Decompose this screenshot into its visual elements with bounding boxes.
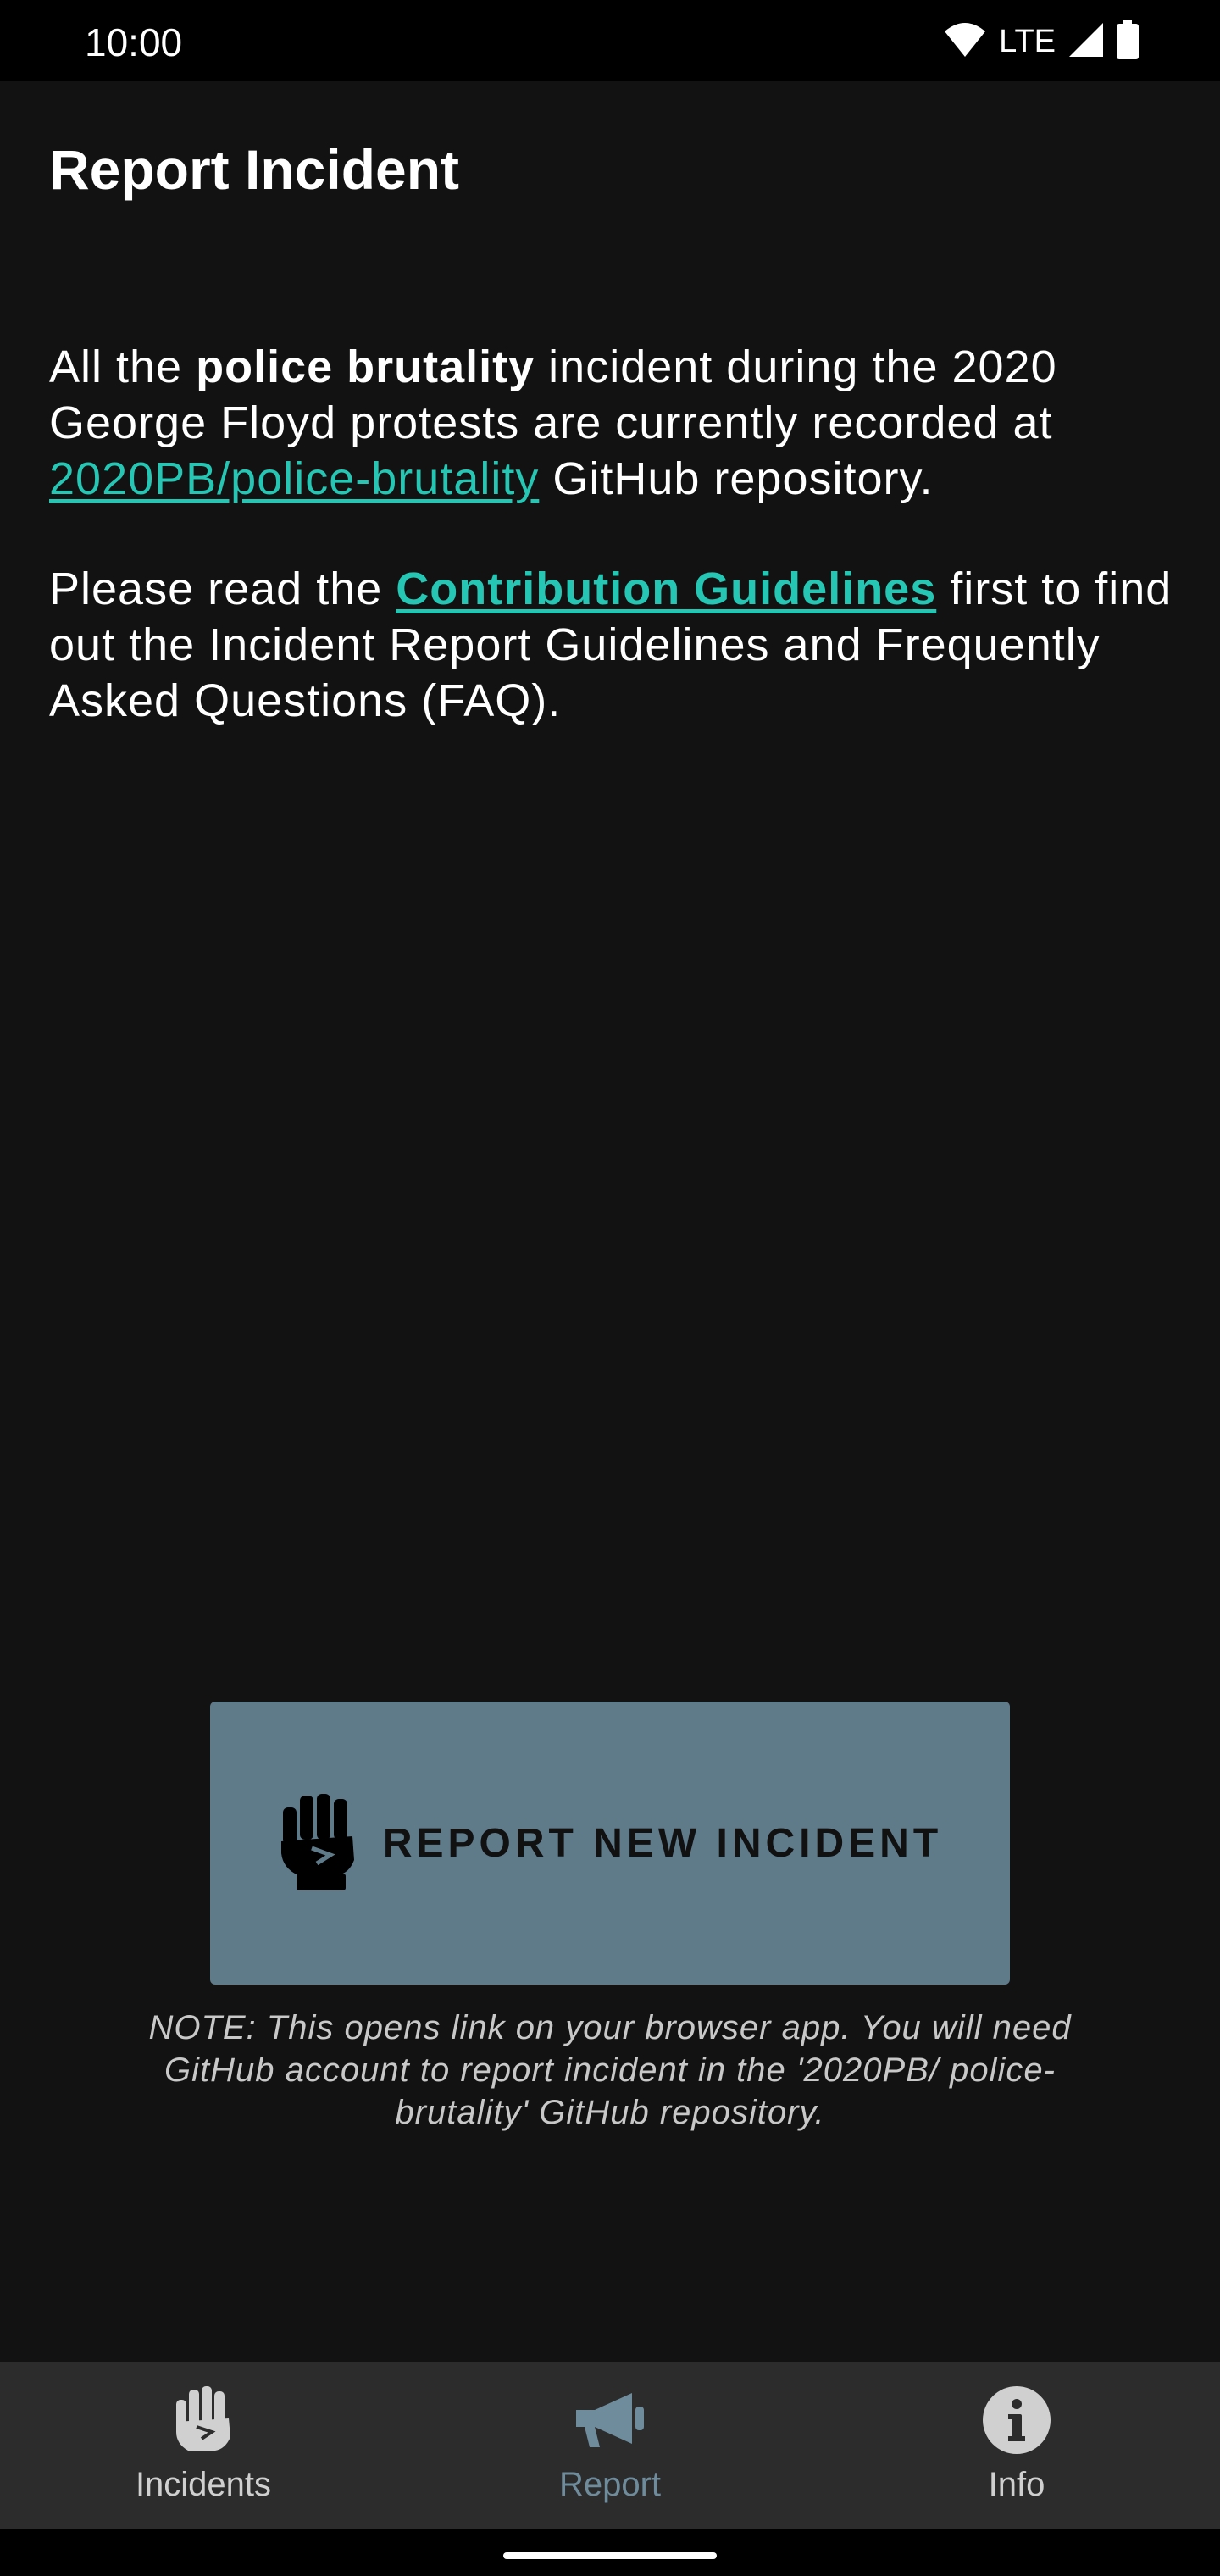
raised-fist-icon (278, 1792, 359, 1895)
info-icon (979, 2383, 1054, 2457)
bottom-navigation: Incidents Report Info (0, 2362, 1220, 2529)
report-new-incident-button[interactable]: REPORT NEW INCIDENT (210, 1702, 1010, 1985)
note-text: NOTE: This opens link on your browser ap… (148, 2009, 1072, 2131)
nav-item-info[interactable]: Info (813, 2362, 1220, 2529)
network-type: LTE (999, 24, 1056, 59)
report-screen: 10:00 LTE Report Incident All the police… (0, 0, 1220, 2576)
battery-icon (1117, 19, 1139, 64)
nav-label: Incidents (135, 2466, 272, 2503)
report-button-label: REPORT NEW INCIDENT (382, 1820, 943, 1866)
gesture-bar (0, 2529, 1220, 2576)
page-title: Report Incident (49, 138, 460, 201)
intro-paragraph: All the police brutality incident during… (49, 339, 1176, 507)
nav-item-report[interactable]: Report (407, 2362, 813, 2529)
intro-text: GitHub repository. (539, 453, 934, 504)
nav-item-incidents[interactable]: Incidents (0, 2362, 407, 2529)
repo-link[interactable]: 2020PB/police-brutality (49, 453, 539, 504)
intro-bold-text: police brutality (196, 341, 535, 392)
intro-text: All the (49, 341, 197, 392)
status-bar: 10:00 LTE (0, 0, 1220, 81)
nav-label: Report (558, 2466, 662, 2503)
megaphone-icon (573, 2383, 647, 2457)
wifi-icon (943, 21, 987, 63)
status-time: 10:00 (85, 20, 183, 64)
raised-hand-icon (166, 2383, 241, 2457)
contribution-guidelines-link[interactable]: Contribution Guidelines (396, 564, 936, 614)
home-handle[interactable] (503, 2552, 717, 2559)
guidelines-text: Please read the (49, 564, 396, 614)
signal-icon (1068, 21, 1105, 63)
guidelines-paragraph: Please read the Contribution Guidelines … (49, 561, 1176, 729)
nav-label: Info (988, 2466, 1045, 2503)
status-icons: LTE (943, 19, 1139, 64)
